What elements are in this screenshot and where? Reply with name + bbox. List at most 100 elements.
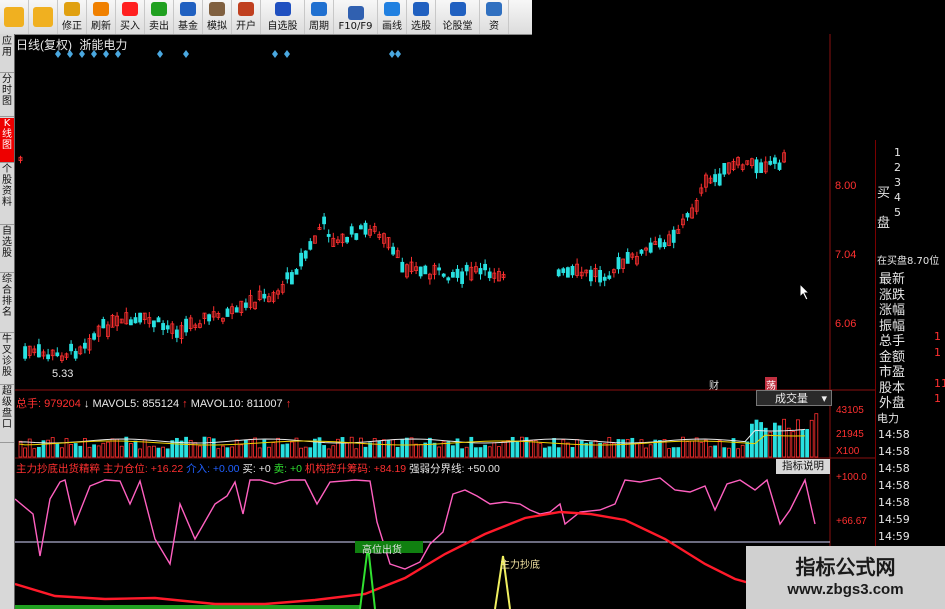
candle-body <box>441 273 446 277</box>
forum-button[interactable]: 论股堂 <box>436 0 480 34</box>
volume-bar <box>151 445 156 458</box>
clock-button[interactable]: 刷新 <box>87 0 116 34</box>
period-button[interactable]: 周期 <box>305 0 334 34</box>
back-arrow-button[interactable] <box>0 0 29 34</box>
indicator-sell: 卖: +0 <box>273 463 302 475</box>
volume-bar <box>667 448 671 458</box>
volume-bar <box>579 440 584 458</box>
candle-body <box>450 271 455 278</box>
volume-bar <box>60 447 64 458</box>
watchlist-button[interactable]: 自选股 <box>261 0 305 34</box>
hammer-button[interactable]: 模拟 <box>203 0 232 34</box>
candle-body <box>363 222 368 235</box>
candle-body <box>616 257 621 270</box>
f10-button[interactable]: F10/F9 <box>334 0 378 34</box>
tick-time-2: 14:58 <box>878 445 910 458</box>
volume-bar <box>492 442 497 458</box>
back-arrow-icon <box>4 7 24 27</box>
candle-body <box>129 319 133 326</box>
toolbar-button-label: 修正 <box>62 21 82 32</box>
account-button[interactable]: 开户 <box>232 0 261 34</box>
sell-button[interactable]: 卖出 <box>145 0 174 34</box>
left-tab-strip: 应用 分时图 K线图 个股资料 自选股 综合排名 牛叉诊股 超级盘口 <box>0 34 15 609</box>
left-tab-5[interactable]: 自选股 <box>0 226 14 273</box>
kline-chart-area[interactable] <box>15 34 875 609</box>
fund-button[interactable]: 基金 <box>174 0 203 34</box>
volume-bar <box>750 423 754 458</box>
volume-bar <box>36 446 41 458</box>
left-tab-1[interactable]: 应用 <box>0 36 14 73</box>
volume-bar <box>78 445 83 458</box>
buy-icon <box>122 2 138 16</box>
volume-bar <box>69 444 73 458</box>
candle-body <box>101 319 106 329</box>
left-tab-4[interactable]: 个股资料 <box>0 164 14 225</box>
volume-bar <box>510 436 515 458</box>
left-tab-3[interactable]: K线图 <box>0 118 14 163</box>
f10-icon <box>347 6 364 20</box>
indicator-help-button[interactable]: 指标说明 <box>776 459 830 474</box>
candle-body <box>262 293 267 299</box>
bid-position-row: 在买盘8.70位 <box>877 256 940 267</box>
volume-bar <box>473 447 478 458</box>
toolbar-button-label: 自选股 <box>267 21 298 32</box>
left-tab-8[interactable]: 超级盘口 <box>0 386 14 443</box>
candle-body <box>768 160 773 165</box>
volume-bar <box>814 413 819 458</box>
buy-button[interactable]: 买入 <box>116 0 145 34</box>
signal-diamond-icon <box>55 50 61 58</box>
price-tick-1: 8.00 <box>835 180 857 192</box>
volume-type-label: 成交量 <box>775 393 808 405</box>
toolbar-button-label: 选股 <box>411 21 431 32</box>
volume-bar <box>589 441 593 458</box>
volume-bar <box>745 441 750 458</box>
volume-bar <box>460 448 465 458</box>
volume-bar <box>469 436 474 458</box>
candle-body <box>717 173 722 186</box>
forum-icon <box>449 2 466 16</box>
volume-bar <box>616 439 621 458</box>
left-tab-2[interactable]: 分时图 <box>0 74 14 117</box>
account-icon <box>238 2 254 16</box>
volume-bar <box>156 447 161 458</box>
volume-bar <box>207 437 212 458</box>
volume-bar <box>685 441 690 458</box>
volume-bar <box>303 446 308 458</box>
price-tick-3: 6.06 <box>835 318 857 330</box>
volume-bar <box>552 438 556 458</box>
volume-bar <box>225 447 230 458</box>
volume-type-dropdown[interactable]: 成交量 ▾ <box>756 390 832 406</box>
candle-body <box>566 267 570 278</box>
signal-diamond-icon <box>103 50 109 58</box>
clock-icon <box>93 2 109 16</box>
volume-bar <box>308 447 313 458</box>
financial-marker[interactable]: 财 <box>709 377 719 392</box>
info-button[interactable]: 资 <box>480 0 509 34</box>
volume-bar <box>450 445 455 458</box>
forward-arrow-button[interactable] <box>29 0 58 34</box>
watermark-url: www.zbgs3.com <box>787 581 904 598</box>
candle-body <box>446 277 451 281</box>
fund-icon <box>180 2 196 16</box>
watermark-title: 指标公式网 <box>795 555 896 579</box>
candle-body <box>685 213 690 218</box>
candle-body <box>349 226 354 235</box>
left-tab-7[interactable]: 牛叉诊股 <box>0 334 14 385</box>
select-button[interactable]: 选股 <box>407 0 436 34</box>
candle-body <box>561 268 566 273</box>
tick-section-label: 电力 <box>877 412 899 425</box>
volume-bar <box>731 438 736 458</box>
volume-bar <box>547 446 552 458</box>
lock-button[interactable]: 修正 <box>58 0 87 34</box>
volume-bar <box>32 448 37 458</box>
pen-button[interactable]: 画线 <box>378 0 407 34</box>
left-tab-6[interactable]: 综合排名 <box>0 274 14 333</box>
indicator-name[interactable]: 主力抄底出货精粹 <box>16 463 100 475</box>
volume-bar <box>736 448 740 458</box>
tick-time-3: 14:58 <box>878 462 910 475</box>
signal-diamond-icon <box>389 50 395 58</box>
volume-tick-1: 43105 <box>836 405 864 416</box>
volume-bar <box>464 446 469 458</box>
candle-body <box>225 308 230 317</box>
volume-bar <box>506 440 511 458</box>
